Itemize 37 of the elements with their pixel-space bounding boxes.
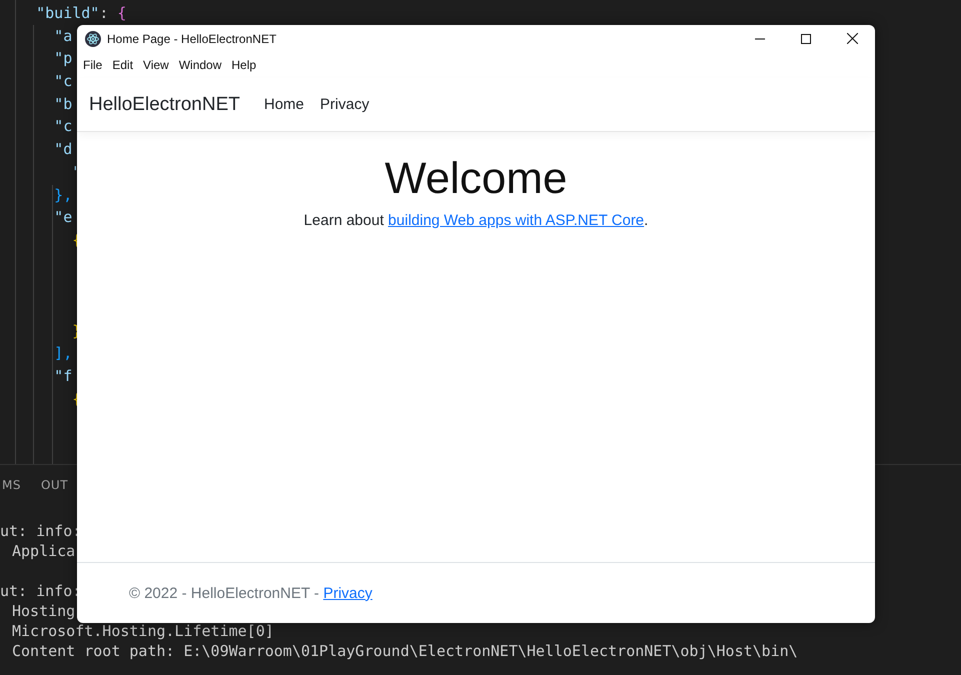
close-icon <box>846 33 858 44</box>
code-line: "f <box>53 366 72 387</box>
menu-item[interactable]: Edit <box>112 58 138 72</box>
code-line: "a <box>53 26 72 47</box>
code-line: "c <box>53 71 72 92</box>
panel-tab[interactable]: OUT <box>40 478 68 501</box>
nav-link[interactable]: Home <box>264 96 304 113</box>
code-line: "b <box>53 94 72 115</box>
privacy-link[interactable]: Privacy <box>323 584 372 602</box>
code-line: "build": { <box>35 3 126 24</box>
window-title: Home Page - HelloElectronNET <box>107 32 278 46</box>
menu-item[interactable]: Help <box>232 58 262 72</box>
footer-text: © 2022 - HelloElectronNET - Privacy <box>129 584 372 602</box>
code-line: "d <box>53 139 72 160</box>
atom-icon <box>85 30 101 46</box>
minimize-icon <box>755 38 765 40</box>
terminal-line: Content root path: E:\09Warroom\01PlayGround\ElectronNET\HelloElectronNET\obj\Host\bin\ <box>11 641 798 661</box>
maximize-icon <box>801 34 811 44</box>
lead-text: Learn about building Web apps with ASP.NET Core. <box>304 212 648 229</box>
menu-item[interactable]: File <box>83 58 108 72</box>
page-heading: Welcome <box>384 153 568 205</box>
code-line: "p <box>53 48 72 70</box>
menu-item[interactable]: Window <box>178 58 227 72</box>
code-line: "c <box>53 116 72 138</box>
panel-tab[interactable]: MS <box>2 478 21 501</box>
code-line: ], <box>53 343 72 364</box>
terminal-line: ut: info: <box>0 521 82 541</box>
code-line: "e <box>53 207 72 228</box>
terminal-line: Applica <box>11 541 76 561</box>
brand-link[interactable]: HelloElectronNET <box>89 94 240 116</box>
terminal-line: ut: info: <box>0 581 82 601</box>
docs-link[interactable]: building Web apps with ASP.NET Core <box>388 212 644 229</box>
code-line: }, <box>53 184 72 206</box>
nav-link[interactable]: Privacy <box>320 96 370 113</box>
menu-item[interactable]: View <box>143 58 174 72</box>
terminal-line: Hosting <box>11 601 76 621</box>
terminal-line: Microsoft.Hosting.Lifetime[0] <box>11 621 274 641</box>
